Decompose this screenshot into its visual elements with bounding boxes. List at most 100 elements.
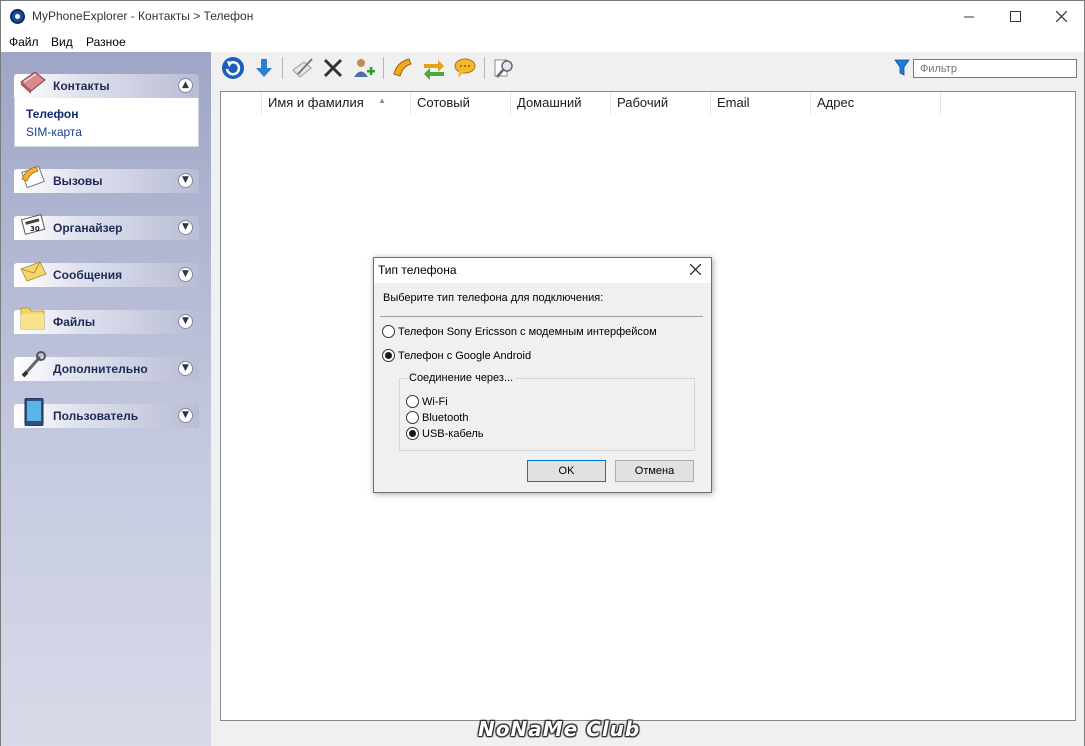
call-icon	[393, 58, 412, 77]
close-icon	[689, 263, 701, 276]
edit-button[interactable]	[289, 55, 315, 81]
sidebar-title: Пользователь	[53, 409, 139, 423]
column-header-address[interactable]: Адрес	[811, 92, 941, 114]
radio-button[interactable]	[406, 395, 419, 408]
sidebar-section-contacts: Контакты ▲ Телефон SIM-карта	[14, 71, 199, 147]
chevron-down-icon[interactable]: ▼	[178, 173, 193, 188]
download-icon	[256, 59, 272, 77]
sidebar-section-user: Пользователь ▼	[14, 398, 199, 428]
close-button[interactable]	[1038, 1, 1084, 32]
radio-wifi[interactable]: Wi-Fi	[406, 395, 448, 408]
window-title: MyPhoneExplorer - Контакты > Телефон	[32, 9, 254, 23]
chevron-down-icon[interactable]: ▼	[178, 267, 193, 282]
connection-group-label: Соединение через...	[407, 372, 516, 384]
column-header-name[interactable]: Имя и фамилия ▲	[262, 92, 411, 114]
sidebar-section-organizer: 30 Органайзер ▼	[14, 214, 199, 240]
sync-button[interactable]	[421, 55, 447, 81]
chevron-up-icon[interactable]: ▲	[178, 78, 193, 93]
radio-label: Телефон с Google Android	[398, 349, 532, 362]
sidebar-section-extra: Дополнительно ▼	[14, 351, 199, 381]
sidebar-title: Сообщения	[53, 268, 123, 282]
sms-icon	[454, 58, 476, 78]
dialog-prompt: Выберите тип телефона для подключения:	[383, 292, 604, 304]
sidebar-title: Органайзер	[53, 221, 123, 235]
dialog-close-button[interactable]	[685, 260, 705, 280]
sidebar-header-user[interactable]: Пользователь ▼	[14, 398, 199, 428]
filter-icon[interactable]	[894, 59, 910, 77]
ok-button[interactable]: OK	[527, 460, 606, 482]
radio-label: Wi-Fi	[422, 395, 448, 408]
sidebar-title: Дополнительно	[53, 362, 148, 376]
radio-android[interactable]: Телефон с Google Android	[382, 349, 531, 362]
envelope-icon	[20, 261, 47, 282]
sidebar-item-phone[interactable]: Телефон	[26, 105, 187, 123]
radio-label: Телефон Sony Ericsson с модемным интерфе…	[398, 325, 657, 338]
radio-button[interactable]	[382, 325, 395, 338]
sidebar-header-messages[interactable]: Сообщения ▼	[14, 261, 199, 287]
toolbar-separator	[282, 57, 283, 79]
search-icon	[494, 59, 513, 78]
column-header-label: Имя и фамилия	[268, 95, 364, 110]
title-bar: MyPhoneExplorer - Контакты > Телефон	[1, 1, 1084, 32]
delete-icon	[323, 58, 343, 78]
add-contact-button[interactable]	[351, 55, 377, 81]
radio-label: USB-кабель	[422, 427, 484, 440]
column-header-email[interactable]: Email	[711, 92, 811, 114]
menu-misc[interactable]: Разное	[86, 35, 126, 49]
refresh-button[interactable]	[220, 55, 246, 81]
search-button[interactable]	[491, 55, 517, 81]
download-button[interactable]	[251, 55, 277, 81]
minimize-icon	[963, 16, 974, 18]
sidebar-header-organizer[interactable]: 30 Органайзер ▼	[14, 214, 199, 240]
filter-input[interactable]	[913, 59, 1077, 78]
menu-bar: Файл Вид Разное	[1, 32, 1084, 52]
dialog-divider	[380, 316, 703, 317]
sort-asc-icon: ▲	[378, 96, 386, 105]
contacts-book-icon	[20, 71, 46, 94]
sidebar-header-extra[interactable]: Дополнительно ▼	[14, 351, 199, 381]
sidebar-section-calls: Вызовы ▼	[14, 165, 199, 193]
menu-file[interactable]: Файл	[9, 35, 39, 49]
sidebar-header-calls[interactable]: Вызовы ▼	[14, 165, 199, 193]
sync-icon	[424, 60, 444, 80]
radio-sony-ericsson[interactable]: Телефон Sony Ericsson с модемным интерфе…	[382, 325, 657, 338]
sidebar-item-sim[interactable]: SIM-карта	[26, 123, 187, 141]
minimize-button[interactable]	[946, 1, 992, 32]
radio-button-checked[interactable]	[406, 427, 419, 440]
cancel-button[interactable]: Отмена	[615, 460, 694, 482]
radio-button-checked[interactable]	[382, 349, 395, 362]
close-icon	[1055, 11, 1067, 22]
sidebar-body-contacts: Телефон SIM-карта	[14, 98, 199, 147]
edit-icon	[292, 58, 313, 78]
add-contact-icon	[354, 59, 375, 77]
chevron-down-icon[interactable]: ▼	[178, 220, 193, 235]
column-header-home[interactable]: Домашний	[511, 92, 611, 114]
call-button[interactable]	[390, 55, 416, 81]
toolbar-separator	[383, 57, 384, 79]
radio-button[interactable]	[406, 411, 419, 424]
tools-icon	[21, 351, 46, 378]
maximize-button[interactable]	[992, 1, 1038, 32]
sms-button[interactable]	[452, 55, 478, 81]
sidebar: Контакты ▲ Телефон SIM-карта Вызовы ▼ 30…	[1, 52, 211, 746]
column-header-mobile[interactable]: Сотовый	[411, 92, 511, 114]
chevron-down-icon[interactable]: ▼	[178, 408, 193, 423]
radio-bluetooth[interactable]: Bluetooth	[406, 411, 468, 424]
sidebar-header-files[interactable]: Файлы ▼	[14, 307, 199, 334]
maximize-icon	[1009, 11, 1021, 22]
delete-button[interactable]	[320, 55, 346, 81]
radio-usb[interactable]: USB-кабель	[406, 427, 484, 440]
sidebar-section-messages: Сообщения ▼	[14, 261, 199, 287]
column-header-work[interactable]: Рабочий	[611, 92, 711, 114]
device-icon	[24, 398, 44, 426]
sidebar-header-contacts[interactable]: Контакты ▲	[14, 71, 199, 98]
toolbar-separator	[484, 57, 485, 79]
sidebar-section-files: Файлы ▼	[14, 307, 199, 334]
app-logo-icon	[10, 9, 25, 24]
chevron-down-icon[interactable]: ▼	[178, 361, 193, 376]
phone-type-dialog: Тип телефона Выберите тип телефона для п…	[373, 257, 712, 493]
chevron-down-icon[interactable]: ▼	[178, 314, 193, 329]
toolbar	[211, 52, 1084, 86]
menu-view[interactable]: Вид	[51, 35, 73, 49]
column-header-icon[interactable]	[221, 92, 262, 114]
